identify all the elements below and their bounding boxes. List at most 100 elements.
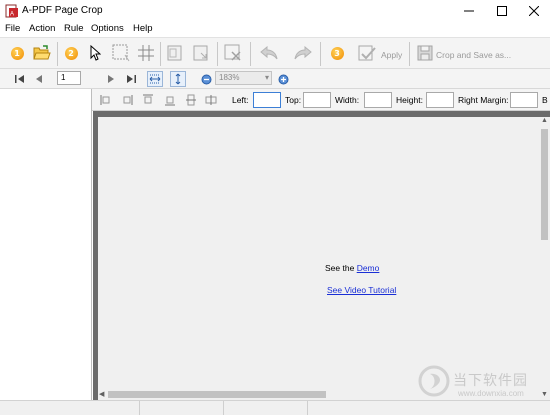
open-folder-icon [33,45,51,60]
next-page-icon [108,75,114,83]
undo-icon [260,45,278,60]
menu-file[interactable]: File [5,23,20,34]
demo-link[interactable]: Demo [357,263,380,273]
menu-action[interactable]: Action [29,23,55,34]
see-demo-line: See the Demo [325,263,379,273]
maximize-button[interactable] [485,0,518,22]
pdf-page[interactable]: See the Demo See Video Tutorial [98,117,539,389]
apply-label[interactable]: Apply [381,50,402,60]
zoom-in-button[interactable] [276,72,290,86]
svg-text:A: A [10,12,14,18]
previous-page-button[interactable] [32,72,46,86]
grid-button[interactable] [135,42,157,64]
left-input[interactable] [253,92,281,108]
top-label: Top: [285,95,302,105]
redo-button[interactable] [292,42,314,64]
document-viewer[interactable]: See the Demo See Video Tutorial ▲ ▼ ◀ [93,111,550,400]
menu-options[interactable]: Options [91,23,124,34]
fit-page-button[interactable] [170,71,186,87]
right-margin-input[interactable] [510,92,538,108]
close-button[interactable] [517,0,550,22]
align-horizontal-center-icon[interactable] [205,94,217,106]
close-icon [528,6,539,16]
delete-crop-button[interactable] [222,42,244,64]
crop-box-button[interactable] [110,42,132,64]
align-vertical-center-icon[interactable] [185,94,197,106]
step3-badge: 3 [326,42,348,64]
next-page-button[interactable] [104,72,118,86]
page-crop-right-icon [193,45,208,61]
crop-save-label[interactable]: Crop and Save as... [436,50,511,60]
previous-page-icon [36,75,42,83]
toolbar-separator [250,42,251,66]
crop-toolbar: Left: Top: Width: Height: Right Margin: … [92,89,550,111]
align-bottom-icon[interactable] [164,94,176,106]
align-right-icon[interactable] [121,94,133,106]
width-input[interactable] [364,92,392,108]
see-the-text: See the [325,263,355,273]
last-page-icon [127,75,136,83]
undo-button[interactable] [258,42,280,64]
horizontal-scroll-thumb[interactable] [108,391,326,398]
zoom-out-icon [201,74,211,84]
top-input[interactable] [303,92,331,108]
scroll-down-icon[interactable]: ▼ [541,391,548,398]
minimize-button[interactable] [452,0,485,22]
select-button[interactable] [84,42,106,64]
vertical-scrollbar[interactable]: ▲ ▼ [539,117,550,400]
save-disk-icon [417,45,433,61]
crop-box-icon [112,44,130,62]
menu-rule[interactable]: Rule [64,23,84,34]
toolbar-separator [320,42,321,66]
align-top-icon[interactable] [142,94,154,106]
apply-check-icon [358,45,376,61]
page-right-button[interactable] [190,42,212,64]
first-page-icon [15,75,24,83]
title-bar: A A-PDF Page Crop [0,0,550,22]
left-label: Left: [232,95,249,105]
page-number-input[interactable]: 1 [57,71,81,85]
status-pane [0,401,140,415]
crop-save-button[interactable] [414,42,436,64]
first-page-button[interactable] [13,72,27,86]
toolbar-separator [160,42,161,66]
cursor-arrow-icon [90,45,101,61]
menu-bar: File Action Rule Options Help [0,22,550,37]
app-pdf-icon: A [5,4,18,18]
window-title: A-PDF Page Crop [22,5,103,16]
page-left-button[interactable] [164,42,186,64]
chevron-down-icon: ▾ [264,73,269,82]
open-button[interactable] [31,42,53,64]
thumbnail-panel[interactable] [0,89,92,400]
watermark-logo-icon [418,365,450,397]
page-crop-left-icon [167,45,182,61]
vertical-scroll-thumb[interactable] [541,129,548,240]
toolbar-separator [217,42,218,66]
step2-number-icon: 2 [64,46,78,60]
video-tutorial-link[interactable]: See Video Tutorial [327,285,396,295]
fit-page-icon [175,73,181,85]
main-toolbar: 1 2 3 Apply Crop and Save as... [0,37,550,69]
last-page-button[interactable] [124,72,138,86]
zoom-value: 183% [219,73,240,82]
width-label: Width: [335,95,360,105]
delete-crop-icon [224,44,241,61]
apply-button[interactable] [356,42,378,64]
zoom-select[interactable]: 183% ▾ [215,71,272,85]
menu-help[interactable]: Help [133,23,153,34]
fit-width-button[interactable] [147,71,163,87]
status-pane [224,401,308,415]
scroll-left-icon[interactable]: ◀ [99,390,104,398]
zoom-out-button[interactable] [199,72,213,86]
step3-number-icon: 3 [330,46,344,60]
grid-icon [138,45,154,61]
minimize-icon [463,10,474,12]
align-left-icon[interactable] [100,94,112,106]
right-margin-label: Right Margin: [458,95,509,105]
maximize-icon [496,6,507,16]
scroll-up-icon[interactable]: ▲ [541,117,548,124]
toolbar-separator [409,42,410,66]
step1-badge: 1 [6,42,28,64]
height-input[interactable] [426,92,454,108]
navigation-toolbar: 1 183% ▾ [0,69,550,89]
